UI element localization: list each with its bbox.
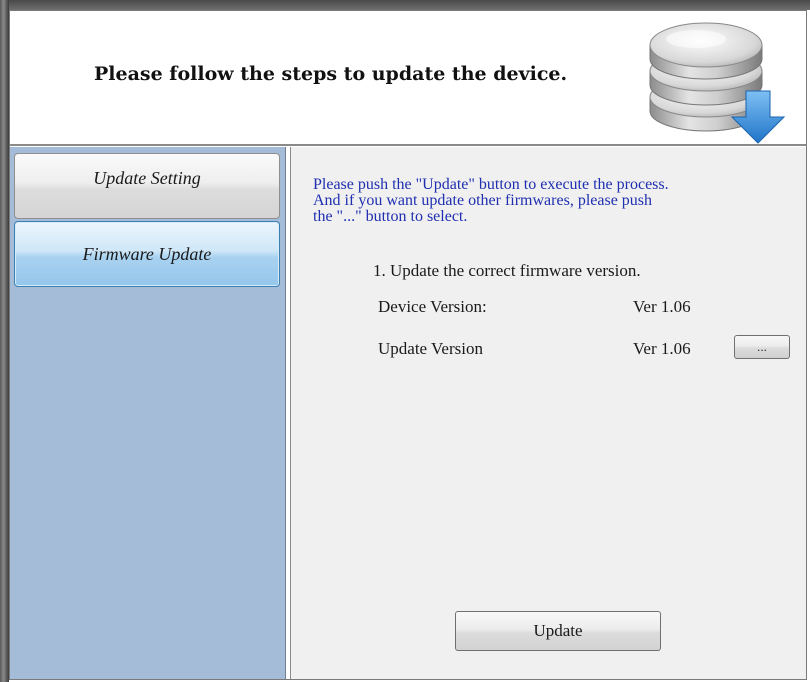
header: Please follow the steps to update the de…	[10, 11, 806, 144]
window-frame-left	[0, 0, 9, 682]
window-frame-top	[0, 0, 810, 10]
sidebar: Update Setting Firmware Update	[10, 147, 286, 679]
sidebar-item-label: Firmware Update	[82, 244, 212, 264]
header-divider	[10, 144, 806, 146]
device-version-value: Ver 1.06	[633, 297, 691, 316]
sidebar-item-label: Update Setting	[93, 168, 201, 188]
update-dialog: Please follow the steps to update the de…	[9, 10, 807, 680]
sidebar-item-update-setting[interactable]: Update Setting	[14, 153, 280, 219]
instructions-text: Please push the "Update" button to execu…	[313, 177, 805, 225]
update-version-label: Update Version	[378, 339, 483, 358]
update-button[interactable]: Update	[455, 611, 661, 651]
instructions-line: And if you want update other firmwares, …	[313, 192, 653, 209]
sidebar-item-firmware-update[interactable]: Firmware Update	[14, 221, 280, 287]
device-version-label: Device Version:	[378, 297, 487, 316]
instructions-line: Please push the "Update" button to execu…	[313, 176, 669, 193]
header-title: Please follow the steps to update the de…	[94, 63, 568, 85]
browse-firmware-button[interactable]: ...	[734, 335, 790, 359]
update-version-value: Ver 1.06	[633, 339, 691, 358]
main-panel: Please push the "Update" button to execu…	[290, 147, 806, 679]
step-label: 1. Update the correct firmware version.	[373, 261, 641, 280]
database-download-icon	[649, 22, 786, 144]
instructions-line: the "..." button to select.	[313, 208, 468, 225]
